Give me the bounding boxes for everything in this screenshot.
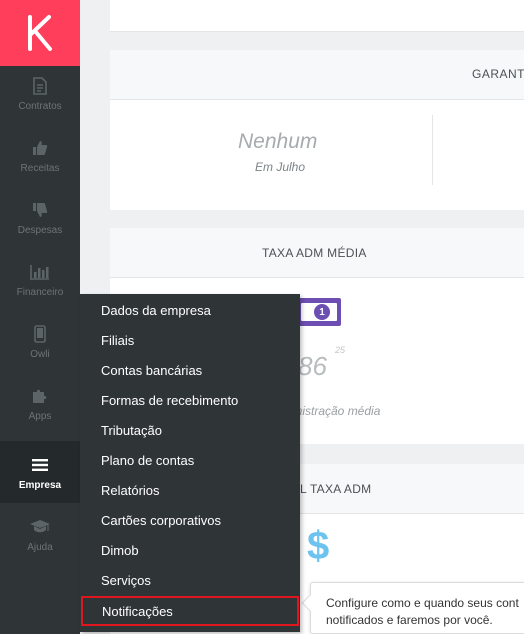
sidebar-item-receitas[interactable]: Receitas xyxy=(0,124,80,186)
garant-card: GARANT Nenhum Em Julho xyxy=(110,50,524,210)
garant-card-header: GARANT xyxy=(110,50,524,100)
menu-icon xyxy=(29,454,51,476)
menu-item-dimob[interactable]: Dimob xyxy=(80,535,300,565)
top-card xyxy=(110,0,524,32)
menu-item-contas-bancarias[interactable]: Contas bancárias xyxy=(80,355,300,385)
sidebar-item-label: Owli xyxy=(30,348,50,360)
bar-chart-icon xyxy=(29,261,51,283)
sidebar-item-apps[interactable]: Apps xyxy=(0,372,80,434)
menu-item-tributacao[interactable]: Tributação xyxy=(80,415,300,445)
garant-period: Em Julho xyxy=(255,160,306,174)
menu-item-dados-da-empresa[interactable]: Dados da empresa xyxy=(80,295,300,325)
taxa-card-header: TAXA ADM MÉDIA xyxy=(110,228,524,278)
sidebar-item-label: Ajuda xyxy=(27,541,53,553)
sidebar-item-label: Empresa xyxy=(18,479,62,491)
notificacoes-tooltip: Configure como e quando seus cont notifi… xyxy=(301,582,524,634)
menu-item-formas-de-recebimento[interactable]: Formas de recebimento xyxy=(80,385,300,415)
menu-item-plano-de-contas[interactable]: Plano de contas xyxy=(80,445,300,475)
total-card-title: L TAXA ADM xyxy=(300,482,372,496)
menu-item-filiais[interactable]: Filiais xyxy=(80,325,300,355)
thumbs-down-icon xyxy=(29,199,51,221)
tooltip-line-2: notificados e faremos por você. xyxy=(326,613,493,627)
puzzle-icon xyxy=(29,385,51,407)
tooltip-line-1: Configure como e quando seus cont xyxy=(326,596,519,610)
menu-item-notificacoes[interactable]: Notificações xyxy=(81,596,299,626)
menu-item-relatorios[interactable]: Relatórios xyxy=(80,475,300,505)
menu-item-cartoes-corporativos[interactable]: Cartões corporativos xyxy=(80,505,300,535)
sidebar-item-label: Receitas xyxy=(20,162,60,174)
taxa-value-cents: 25 xyxy=(335,345,346,355)
sidebar-item-label: Despesas xyxy=(17,224,63,236)
sidebar: Contratos Receitas Despesas Financeiro O… xyxy=(0,0,80,634)
taxa-card-title: TAXA ADM MÉDIA xyxy=(262,246,367,260)
sidebar-item-financeiro[interactable]: Financeiro xyxy=(0,248,80,310)
app-logo[interactable] xyxy=(0,0,80,66)
sidebar-item-label: Contratos xyxy=(18,100,62,112)
garant-card-title: GARANT xyxy=(472,67,524,81)
phone-icon xyxy=(29,323,51,345)
money-bill-icon: 1 xyxy=(297,298,341,326)
document-icon xyxy=(29,75,51,97)
thumbs-up-icon xyxy=(29,137,51,159)
sidebar-item-despesas[interactable]: Despesas xyxy=(0,186,80,248)
divider xyxy=(432,115,433,185)
sidebar-item-label: Financeiro xyxy=(16,286,64,298)
empresa-submenu: Dados da empresa Filiais Contas bancária… xyxy=(80,294,300,632)
menu-item-servicos[interactable]: Serviços xyxy=(80,565,300,595)
dollar-icon: $ xyxy=(307,524,330,568)
sidebar-item-contratos[interactable]: Contratos xyxy=(0,62,80,124)
k-logo-icon xyxy=(28,15,52,51)
taxa-value: 86 xyxy=(298,351,327,381)
sidebar-item-ajuda[interactable]: Ajuda xyxy=(0,503,80,565)
sidebar-item-owli[interactable]: Owli xyxy=(0,310,80,372)
garant-value: Nenhum xyxy=(238,130,318,153)
sidebar-item-empresa[interactable]: Empresa xyxy=(0,441,80,503)
graduation-cap-icon xyxy=(29,516,51,538)
sidebar-item-label: Apps xyxy=(28,410,52,422)
